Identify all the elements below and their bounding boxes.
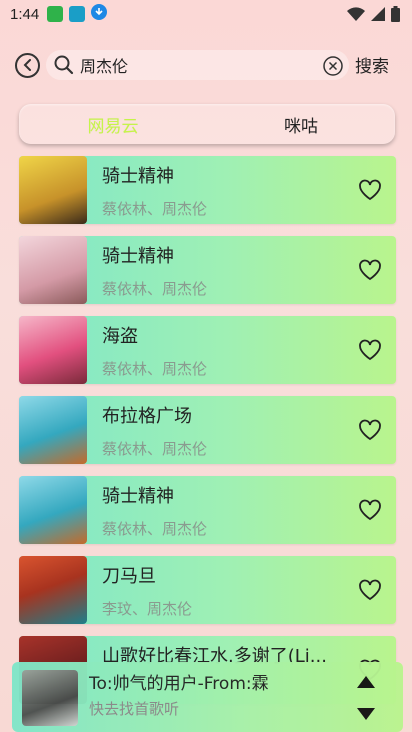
album-cover [19, 316, 87, 384]
album-cover [19, 556, 87, 624]
search-field[interactable] [46, 50, 349, 80]
album-cover [19, 396, 87, 464]
song-artist: 蔡依林、周杰伦 [102, 280, 208, 298]
song-title: 布拉格广场 [102, 406, 192, 427]
song-artist: 李玟、周杰伦 [102, 600, 193, 618]
heart-icon[interactable] [358, 179, 382, 205]
heart-icon[interactable] [358, 579, 382, 605]
battery-icon [391, 6, 400, 26]
download-icon [91, 4, 108, 24]
list-item[interactable]: 骑士精神 蔡依林、周杰伦 [19, 236, 396, 304]
song-artist: 蔡依林、周杰伦 [102, 360, 208, 378]
song-title: 骑士精神 [102, 166, 174, 187]
chevron-left-icon [22, 56, 34, 75]
app-notification-icon [47, 6, 64, 22]
list-item[interactable]: 海盗 蔡依林、周杰伦 [19, 316, 396, 384]
song-title: 刀马旦 [102, 566, 156, 587]
now-playing-title: To:帅气的用户-From:霖 [89, 674, 269, 694]
album-cover [19, 156, 87, 224]
collapse-down-icon[interactable] [356, 706, 376, 725]
heart-icon[interactable] [358, 259, 382, 285]
search-icon [54, 55, 74, 79]
album-cover [19, 476, 87, 544]
notification-icons [47, 4, 108, 24]
expand-up-icon[interactable] [356, 674, 376, 693]
list-item[interactable]: 骑士精神 蔡依林、周杰伦 [19, 476, 396, 544]
search-button[interactable]: 搜索 [355, 52, 389, 77]
source-tabs: 网易云 咪咕 [19, 104, 395, 144]
list-item[interactable]: 布拉格广场 蔡依林、周杰伦 [19, 396, 396, 464]
back-button[interactable] [15, 53, 40, 78]
search-input[interactable] [80, 53, 310, 77]
heart-icon[interactable] [358, 339, 382, 365]
app-notification-icon [69, 6, 86, 22]
search-bar: 搜索 [0, 46, 412, 84]
album-cover [19, 236, 87, 304]
list-item[interactable]: 刀马旦 李玟、周杰伦 [19, 556, 396, 624]
song-artist: 蔡依林、周杰伦 [102, 520, 208, 538]
song-artist: 蔡依林、周杰伦 [102, 200, 208, 218]
list-item[interactable]: 骑士精神 蔡依林、周杰伦 [19, 156, 396, 224]
now-playing-subtitle: 快去找首歌听 [89, 700, 180, 718]
song-title: 海盗 [102, 326, 138, 347]
wifi-icon [347, 7, 365, 25]
signal-icon [371, 7, 385, 25]
tab-netease[interactable]: 网易云 [19, 104, 207, 144]
song-title: 骑士精神 [102, 246, 174, 267]
status-bar: 1:44 [0, 0, 412, 28]
status-time: 1:44 [10, 5, 40, 23]
now-playing-bar[interactable]: To:帅气的用户-From:霖 快去找首歌听 [12, 662, 403, 732]
song-artist: 蔡依林、周杰伦 [102, 440, 208, 458]
now-playing-cover [22, 670, 78, 726]
tab-migu[interactable]: 咪咕 [207, 104, 395, 144]
clear-icon[interactable] [323, 56, 343, 80]
heart-icon[interactable] [358, 419, 382, 445]
heart-icon[interactable] [358, 499, 382, 525]
song-title: 骑士精神 [102, 486, 174, 507]
system-icons [347, 6, 400, 26]
